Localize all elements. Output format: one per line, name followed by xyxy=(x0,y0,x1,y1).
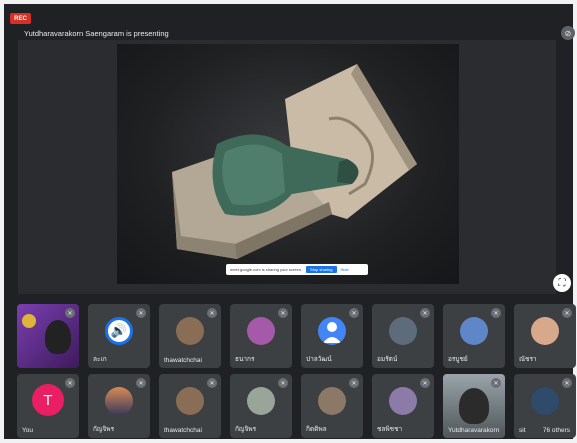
share-message: meet.google.com is sharing your screen. xyxy=(230,267,303,272)
avatar xyxy=(176,317,204,345)
avatar: T xyxy=(32,384,64,416)
avatar xyxy=(247,387,275,415)
participant-tile[interactable]: ✕ อมรัตน์ xyxy=(372,304,434,368)
participant-name: กัญจิพร xyxy=(93,426,115,433)
participant-name: กัญจิพร xyxy=(235,426,257,433)
artifact-image xyxy=(172,64,417,259)
volume-icon: 🔊 xyxy=(105,317,133,345)
stop-sharing-button[interactable]: Stop sharing xyxy=(306,266,337,273)
avatar xyxy=(531,387,559,415)
participant-tile[interactable]: ✕ Yutdharavarakorn xyxy=(443,374,505,438)
participant-tile[interactable]: T ✕ You xyxy=(17,374,79,438)
hide-button[interactable]: Hide xyxy=(341,267,349,272)
mic-off-icon: ✕ xyxy=(562,378,572,388)
avatar xyxy=(531,317,559,345)
participant-name: ละเก xyxy=(93,356,107,363)
participant-tile[interactable]: ✕ sit 76 others xyxy=(514,374,576,438)
participant-name: กิตติพล xyxy=(306,426,327,433)
avatar xyxy=(389,387,417,415)
participant-name: อรบูชย์ xyxy=(448,356,468,363)
person-video xyxy=(45,320,71,354)
person-icon xyxy=(318,317,346,345)
recording-badge: REC xyxy=(10,13,31,24)
mic-off-icon: ✕ xyxy=(207,308,217,318)
mic-off-icon: ✕ xyxy=(65,308,75,318)
mic-off-icon: ✕ xyxy=(420,308,430,318)
fullscreen-icon[interactable]: ⛶ xyxy=(553,274,571,292)
participant-tile[interactable]: ✕ thawatchchai xyxy=(159,304,221,368)
participant-name: thawatchchai xyxy=(164,427,202,434)
shared-screen xyxy=(117,44,459,284)
avatar xyxy=(105,387,133,415)
participant-name: ชลพิชชา xyxy=(377,426,403,433)
participant-name: ณัชรา xyxy=(519,356,537,363)
participant-tile[interactable]: ✕ ชลพิชชา xyxy=(372,374,434,438)
mic-off-icon: ✕ xyxy=(349,308,359,318)
participant-tile[interactable]: ✕ กัญจิพร xyxy=(88,374,150,438)
participant-tile[interactable]: ✕ ธนากร xyxy=(230,304,292,368)
mic-off-icon: ✕ xyxy=(349,378,359,388)
participant-name: ธนากร xyxy=(235,356,255,363)
mic-off-icon: ✕ xyxy=(562,308,572,318)
mic-off-icon: ✕ xyxy=(207,378,217,388)
mic-off-icon: ✕ xyxy=(491,378,501,388)
avatar xyxy=(176,387,204,415)
participant-name: sit xyxy=(519,427,526,434)
screen-share-bar: meet.google.com is sharing your screen. … xyxy=(226,264,368,275)
participant-name: อมรัตน์ xyxy=(377,356,398,363)
mic-off-icon: ✕ xyxy=(420,378,430,388)
participant-name: Yutdharavarakorn xyxy=(448,427,500,434)
others-count[interactable]: 76 others xyxy=(543,427,570,434)
pin-icon[interactable]: ⊘ xyxy=(561,26,575,40)
avatar xyxy=(247,317,275,345)
person-video xyxy=(459,388,489,424)
participant-tile[interactable]: ✕ xyxy=(17,304,79,368)
mic-off-icon: ✕ xyxy=(65,378,75,388)
participant-tile[interactable]: ✕ กัญจิพร xyxy=(230,374,292,438)
participant-tile[interactable]: ✕ กิตติพล xyxy=(301,374,363,438)
mic-off-icon: ✕ xyxy=(278,378,288,388)
mic-off-icon: ✕ xyxy=(491,308,501,318)
participant-tile[interactable]: ✕ thawatchchai xyxy=(159,374,221,438)
participant-tile[interactable]: ✕ ปาลวัฒน์ xyxy=(301,304,363,368)
participant-tile[interactable]: ✕ ณัชรา xyxy=(514,304,576,368)
avatar xyxy=(389,317,417,345)
participant-name: You xyxy=(22,427,33,434)
participant-name: thawatchchai xyxy=(164,357,202,364)
mic-off-icon: ✕ xyxy=(136,378,146,388)
avatar xyxy=(318,387,346,415)
presenter-label: Yutdharavarakorn Saengaram is presenting xyxy=(24,29,169,38)
avatar xyxy=(460,317,488,345)
mic-off-icon: ✕ xyxy=(136,308,146,318)
participant-tile[interactable]: ✕ อรบูชย์ xyxy=(443,304,505,368)
seal-logo xyxy=(22,314,36,328)
participant-tile[interactable]: 🔊 ✕ ละเก xyxy=(88,304,150,368)
mic-off-icon: ✕ xyxy=(278,308,288,318)
participant-name: ปาลวัฒน์ xyxy=(306,356,332,363)
